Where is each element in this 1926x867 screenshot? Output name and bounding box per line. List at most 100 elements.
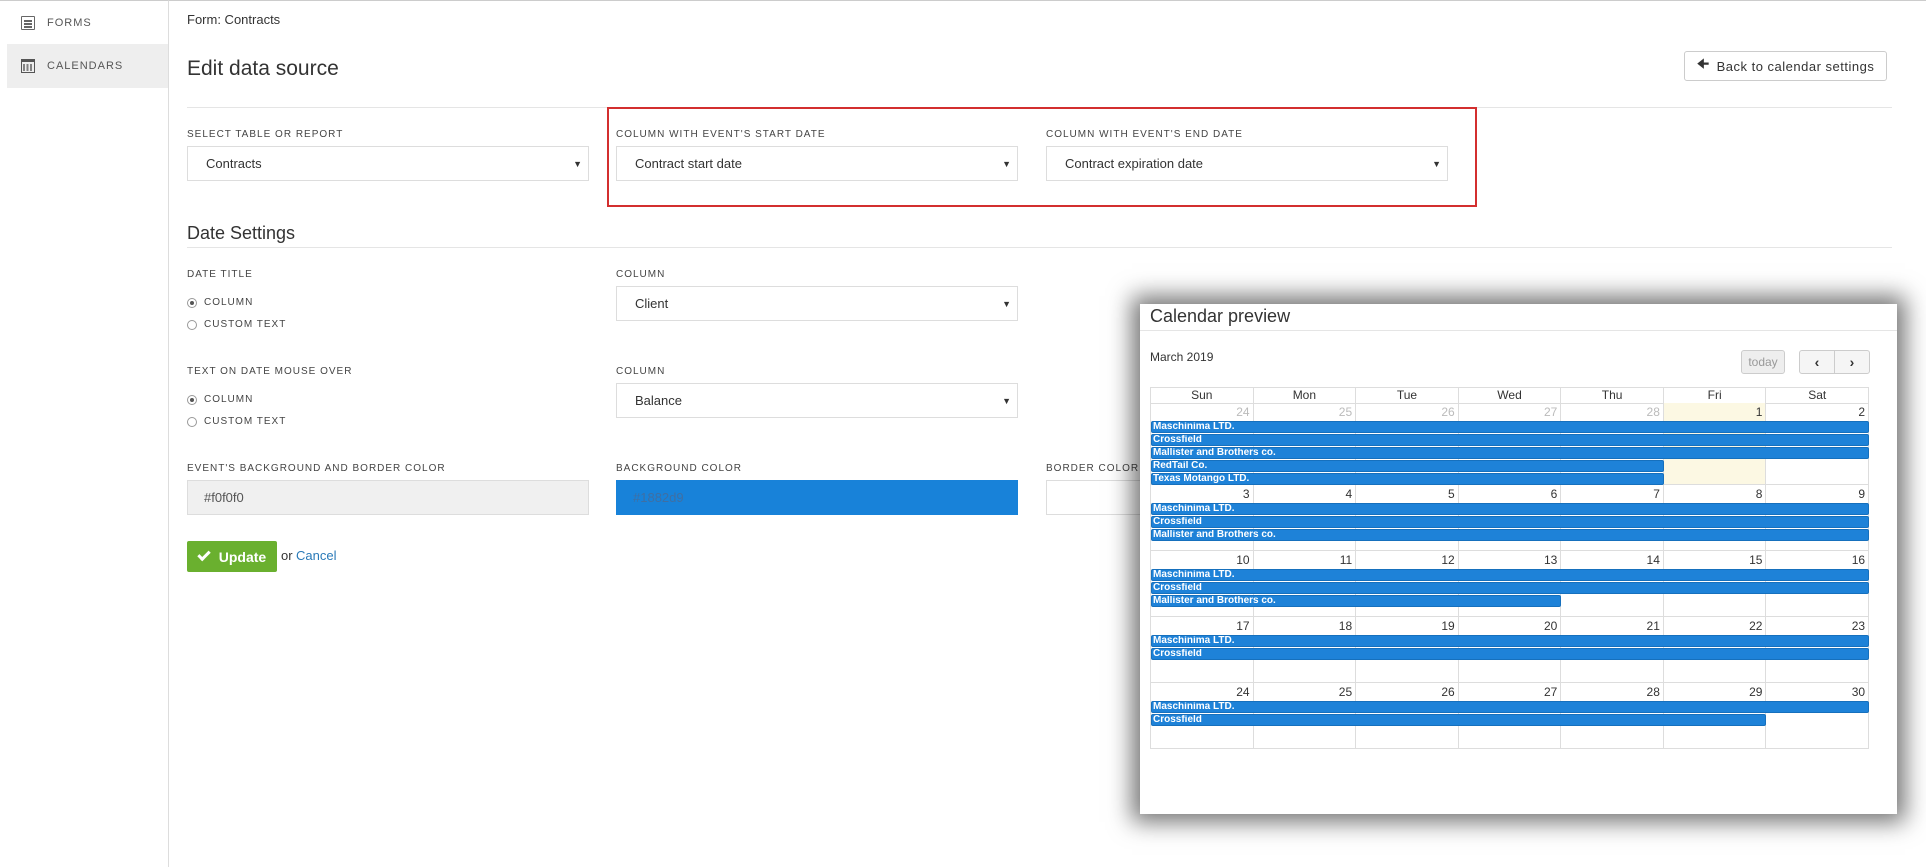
radio-unchecked-icon: [187, 416, 197, 427]
mouse-over-column-select[interactable]: Balance ▼: [616, 383, 1018, 418]
day-number: 18: [1338, 619, 1353, 633]
sidebar-item-calendars[interactable]: CALENDARS: [7, 44, 168, 88]
background-color-input[interactable]: #1882d9: [616, 480, 1018, 515]
event-color-input[interactable]: #f0f0f0: [187, 480, 589, 515]
date-title-column-select[interactable]: Client ▼: [616, 286, 1018, 321]
mouse-over-label: TEXT ON DATE MOUSE OVER: [187, 366, 353, 377]
calendar-event[interactable]: Texas Motango LTD.: [1151, 473, 1664, 485]
background-color-label: BACKGROUND COLOR: [616, 463, 743, 474]
calendar-week-row: 17 18 19 20 21 22 23 Maschinima LTD. Crossfield: [1150, 617, 1869, 683]
day-number: 21: [1646, 619, 1660, 633]
calendar-week-row: 24 25 26 27 28 1 2 Maschinima LTD. Crossfield Mal…: [1150, 403, 1869, 485]
day-number: 26: [1441, 685, 1455, 699]
day-number: 24: [1236, 685, 1250, 699]
day-header: Sat: [1808, 388, 1827, 402]
day-header: Mon: [1254, 388, 1357, 403]
calendar-event[interactable]: Mallister and Brothers co.: [1151, 447, 1869, 459]
date-title-column-value: Client: [635, 296, 669, 311]
radio-unchecked-icon: [187, 319, 197, 330]
date-settings-title: Date Settings: [187, 223, 296, 243]
prev-month-button[interactable]: ‹: [1799, 350, 1835, 374]
divider: [1140, 330, 1897, 331]
calendar-event[interactable]: Mallister and Brothers co.: [1151, 595, 1561, 607]
next-month-button[interactable]: ›: [1834, 350, 1870, 374]
day-number: 25: [1338, 405, 1353, 419]
calendar-event[interactable]: Maschinima LTD.: [1151, 701, 1869, 713]
radio-label: CUSTOM TEXT: [204, 319, 287, 330]
radio-checked-icon: [187, 297, 197, 308]
day-number: 10: [1236, 553, 1250, 567]
radio-label: COLUMN: [204, 297, 254, 308]
chevron-right-icon: ›: [1849, 354, 1855, 370]
radio-label: COLUMN: [204, 394, 254, 405]
calendar-event[interactable]: Crossfield: [1151, 434, 1869, 446]
day-number: 14: [1646, 553, 1660, 567]
day-header: Fri: [1664, 388, 1767, 403]
mouse-over-radio-custom[interactable]: CUSTOM TEXT: [187, 416, 286, 427]
border-color-label: BORDER COLOR: [1046, 463, 1140, 474]
calendar-icon: [21, 59, 35, 73]
day-number: 25: [1338, 685, 1353, 699]
breadcrumb: Form: Contracts: [187, 12, 281, 27]
calendar-event[interactable]: Crossfield: [1151, 516, 1869, 528]
sidebar-item-forms[interactable]: FORMS: [7, 1, 168, 45]
date-title-column-label: COLUMN: [616, 269, 666, 280]
sidebar: FORMS CALENDARS: [0, 0, 169, 867]
day-number: 11: [1339, 553, 1353, 567]
date-title-radio-custom[interactable]: CUSTOM TEXT: [187, 319, 286, 330]
update-button[interactable]: Update: [187, 541, 277, 572]
calendar-day-cell[interactable]: 30: [1766, 683, 1869, 748]
calendar-event[interactable]: Crossfield: [1151, 648, 1869, 660]
day-header: Tue: [1356, 388, 1459, 403]
calendar-week-row: 3 4 5 6 7 8 9 Maschinima LTD. Crossfield Malliste…: [1150, 485, 1869, 551]
chevron-left-icon: ‹: [1814, 354, 1820, 370]
table-select-label: SELECT TABLE OR REPORT: [187, 129, 344, 140]
day-number: 6: [1550, 487, 1558, 501]
sidebar-item-label: FORMS: [47, 17, 92, 29]
calendar-event[interactable]: Crossfield: [1151, 714, 1767, 726]
caret-down-icon: ▼: [1002, 299, 1011, 309]
sidebar-item-label: CALENDARS: [47, 60, 124, 72]
date-title-radio-column[interactable]: COLUMN: [187, 297, 253, 308]
day-number: 15: [1749, 553, 1763, 567]
event-color-label: EVENT'S BACKGROUND AND BORDER COLOR: [187, 463, 446, 474]
back-button-label: Back to calendar settings: [1716, 58, 1875, 74]
divider: [187, 247, 1892, 248]
start-date-label: COLUMN WITH EVENT'S START DATE: [616, 129, 826, 140]
end-date-value: Contract expiration date: [1065, 156, 1204, 171]
table-select-value: Contracts: [206, 156, 262, 171]
calendar-event[interactable]: RedTail Co.: [1151, 460, 1664, 472]
back-to-calendar-settings-button[interactable]: 🠈 Back to calendar settings: [1684, 51, 1888, 81]
day-header: Thu: [1561, 388, 1664, 403]
day-number: 4: [1345, 487, 1353, 501]
calendar-week-row: 24 25 26 27 28 29 30 Maschinima LTD. Crossfield: [1150, 683, 1869, 749]
calendar-preview-panel: Calendar preview March 2019 today ‹ › Su…: [1140, 304, 1897, 814]
day-number: 22: [1749, 619, 1763, 633]
day-number: 28: [1646, 685, 1660, 699]
end-date-select[interactable]: Contract expiration date ▼: [1046, 146, 1448, 181]
today-button[interactable]: today: [1741, 350, 1785, 374]
radio-label: CUSTOM TEXT: [204, 416, 287, 427]
calendar-event[interactable]: Maschinima LTD.: [1151, 569, 1869, 581]
calendar-event[interactable]: Mallister and Brothers co.: [1151, 529, 1869, 541]
day-number: 9: [1858, 487, 1866, 501]
calendar-event[interactable]: Crossfield: [1151, 582, 1869, 594]
arrow-left-icon: 🠈: [1697, 56, 1710, 71]
day-number: 30: [1851, 685, 1866, 699]
cancel-link[interactable]: Cancel: [296, 548, 336, 563]
calendar-event[interactable]: Maschinima LTD.: [1151, 635, 1869, 647]
day-number: 17: [1236, 619, 1250, 633]
mouse-over-radio-column[interactable]: COLUMN: [187, 394, 253, 405]
start-date-value: Contract start date: [635, 156, 742, 171]
page-title: Edit data source: [187, 57, 339, 80]
day-number: 19: [1441, 619, 1455, 633]
day-number: 20: [1543, 619, 1558, 633]
day-number: 27: [1543, 685, 1558, 699]
day-number: 8: [1755, 487, 1763, 501]
calendar-event[interactable]: Maschinima LTD.: [1151, 421, 1869, 433]
calendar-event[interactable]: Maschinima LTD.: [1151, 503, 1869, 515]
table-select[interactable]: Contracts ▼: [187, 146, 589, 181]
start-date-select[interactable]: Contract start date ▼: [616, 146, 1018, 181]
end-date-label: COLUMN WITH EVENT'S END DATE: [1046, 129, 1243, 140]
update-button-label: Update: [218, 548, 267, 565]
